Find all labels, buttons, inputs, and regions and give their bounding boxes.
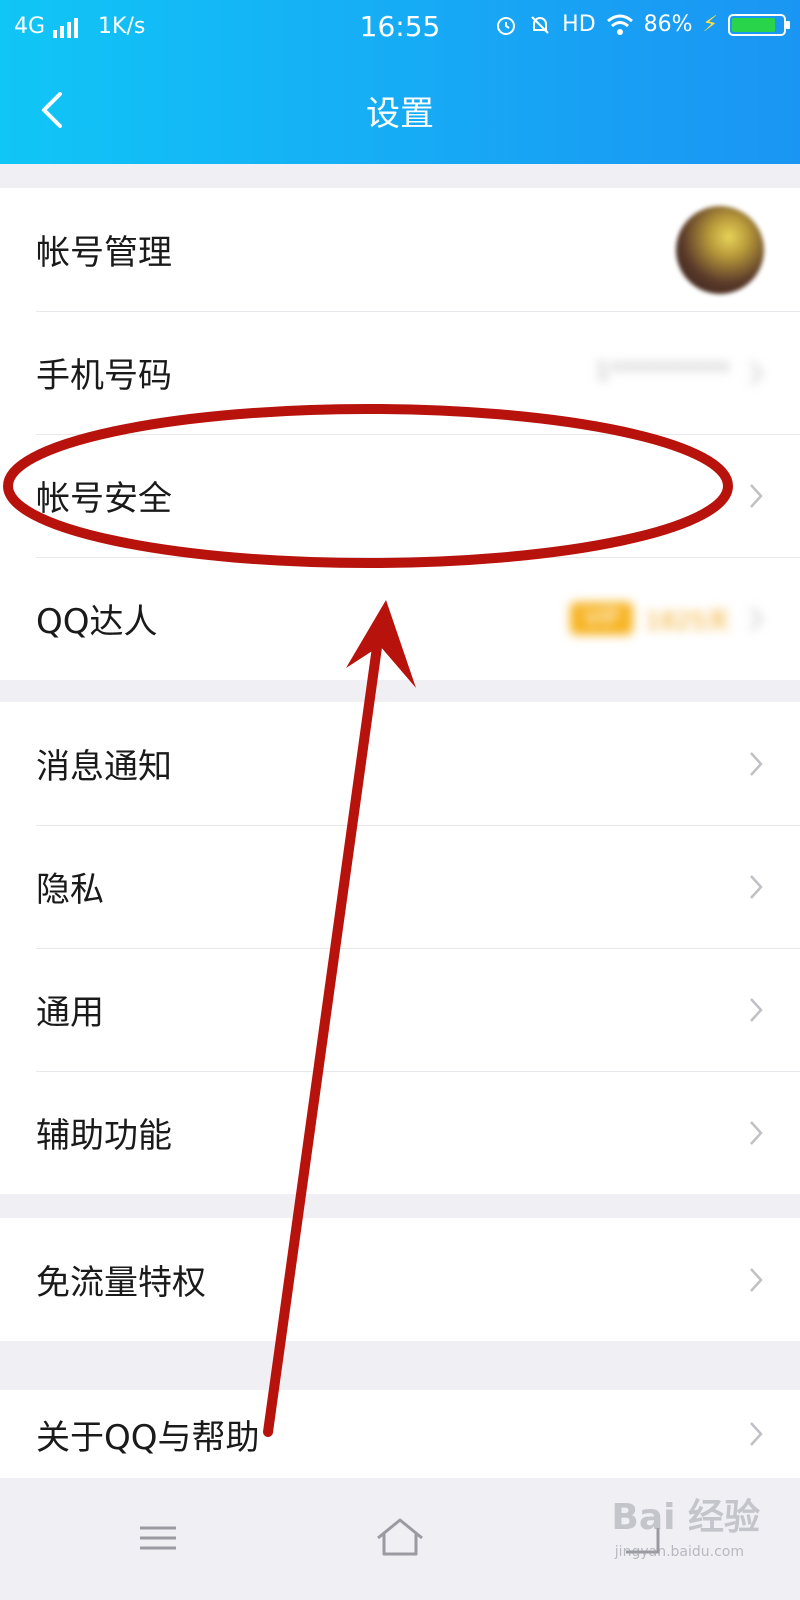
row-label: 帐号安全 xyxy=(36,479,172,519)
row-general[interactable]: 通用 xyxy=(0,948,800,1071)
chevron-right-icon xyxy=(750,483,763,508)
watermark-logo: Bai 经验 xyxy=(611,1497,760,1538)
chevron-right-icon xyxy=(750,1267,763,1292)
header: 4G 1K/s 16:55 HD 86% ⚡ 设置 xyxy=(0,0,800,164)
account-section: 帐号管理 手机号码 1********** 帐号安全 QQ达人 VIP 1825… xyxy=(0,188,800,680)
about-section: 关于QQ与帮助 xyxy=(0,1390,800,1478)
row-qq-expert[interactable]: QQ达人 VIP 1825天 xyxy=(0,557,800,680)
hd-indicator: HD xyxy=(562,12,596,37)
chevron-right-icon xyxy=(750,606,763,631)
vip-badge: VIP xyxy=(570,601,633,635)
avatar xyxy=(676,206,764,294)
wifi-icon xyxy=(606,14,633,35)
row-label: 手机号码 xyxy=(36,356,172,396)
row-label: 隐私 xyxy=(36,870,104,910)
qq-expert-value: VIP 1825天 xyxy=(570,601,730,636)
home-button[interactable] xyxy=(368,1506,432,1570)
row-about-help[interactable]: 关于QQ与帮助 xyxy=(0,1390,800,1478)
status-bar: 4G 1K/s 16:55 HD 86% ⚡ xyxy=(0,0,800,56)
chevron-right-icon xyxy=(750,751,763,776)
row-label: 关于QQ与帮助 xyxy=(36,1417,260,1458)
vip-days: 1825天 xyxy=(644,606,730,635)
row-label: QQ达人 xyxy=(36,602,158,642)
charging-icon: ⚡ xyxy=(702,12,718,37)
row-data-free-privilege[interactable]: 免流量特权 xyxy=(0,1218,800,1341)
chevron-right-icon xyxy=(750,1422,763,1446)
row-label: 辅助功能 xyxy=(36,1116,172,1156)
alarm-icon xyxy=(497,16,516,35)
row-label: 免流量特权 xyxy=(36,1263,206,1303)
battery-icon xyxy=(728,13,790,36)
status-right: HD 86% ⚡ xyxy=(494,12,790,37)
battery-fill xyxy=(732,17,775,32)
row-privacy[interactable]: 隐私 xyxy=(0,825,800,948)
row-label: 通用 xyxy=(36,993,104,1033)
home-icon xyxy=(377,1518,423,1556)
mute-bell-icon xyxy=(531,15,549,34)
row-accessibility[interactable]: 辅助功能 xyxy=(0,1071,800,1194)
chevron-right-icon xyxy=(750,360,763,385)
menu-icon xyxy=(140,1526,176,1550)
general-section: 消息通知 隐私 通用 辅助功能 xyxy=(0,702,800,1194)
chevron-right-icon xyxy=(750,997,763,1022)
data-free-section: 免流量特权 xyxy=(0,1218,800,1341)
row-account-management[interactable]: 帐号管理 xyxy=(0,188,800,311)
phone-value: 1********** xyxy=(594,356,730,385)
row-phone-number[interactable]: 手机号码 1********** xyxy=(0,311,800,434)
row-account-security[interactable]: 帐号安全 xyxy=(0,434,800,557)
battery-percent: 86% xyxy=(643,12,693,37)
row-label: 消息通知 xyxy=(36,747,172,787)
nav-bar: 设置 xyxy=(0,56,800,164)
menu-button[interactable] xyxy=(126,1506,190,1570)
row-label: 帐号管理 xyxy=(36,233,172,273)
row-notifications[interactable]: 消息通知 xyxy=(0,702,800,825)
watermark-url: jingyan.baidu.com xyxy=(614,1544,744,1560)
page-title: 设置 xyxy=(366,94,434,134)
settings-screen: 4G 1K/s 16:55 HD 86% ⚡ 设置 帐号管理 手机号码 1***… xyxy=(0,0,800,1600)
chevron-right-icon xyxy=(750,874,763,899)
chevron-right-icon xyxy=(750,1120,763,1145)
